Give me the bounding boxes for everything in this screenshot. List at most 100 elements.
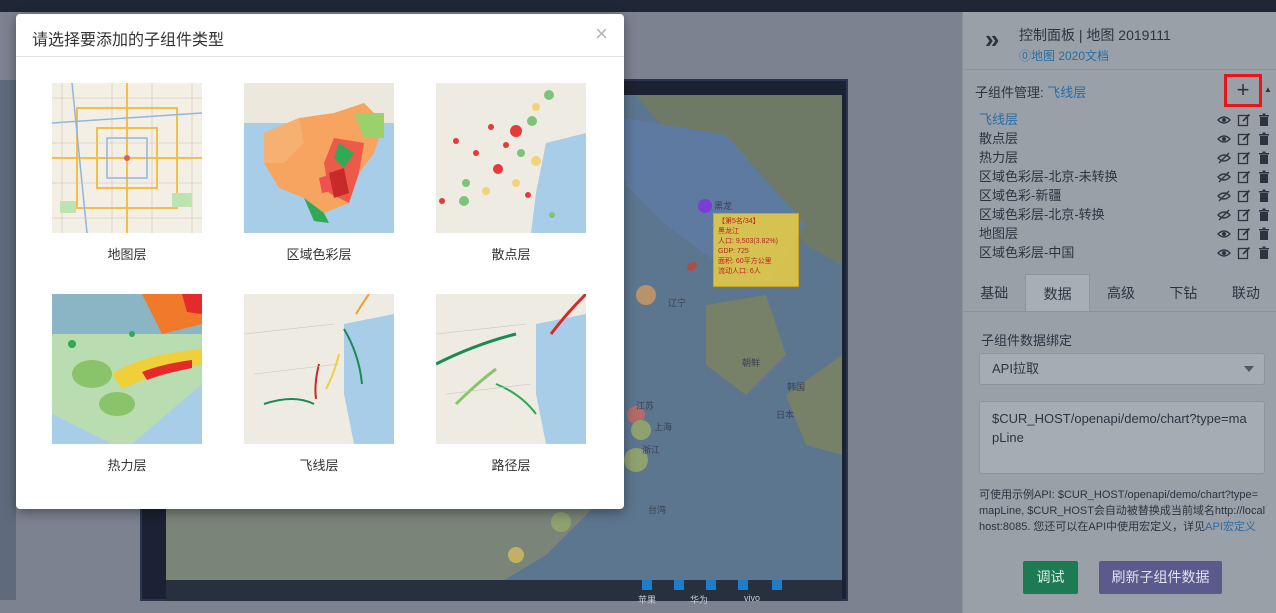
layer-actions (1217, 205, 1271, 224)
eye-off-icon[interactable] (1217, 170, 1231, 184)
layer-row[interactable]: 热力层 (979, 148, 1271, 167)
layer-row[interactable]: 飞线层 (979, 110, 1271, 129)
map-label-liaoning: 辽宁 (668, 298, 687, 308)
option-label: 热力层 (107, 458, 147, 473)
tooltip-line: 流动人口: 6人 (718, 268, 761, 275)
heat-layer-thumbnail (52, 294, 202, 444)
edit-icon[interactable] (1237, 151, 1251, 165)
eye-off-icon[interactable] (1217, 151, 1231, 165)
map-tooltip: 【第5名/34】 黑龙江 人口: 9,503(3.82%) GDP: 725 面… (713, 213, 799, 287)
option-label: 路径层 (491, 458, 531, 473)
bar-item (738, 580, 748, 590)
option-region-layer[interactable]: 区域色彩层 (244, 83, 394, 273)
layer-name[interactable]: 热力层 (979, 150, 1018, 165)
api-macro-link[interactable]: API宏定义 (1205, 521, 1256, 533)
sub-manager-label: 子组件管理: (975, 85, 1044, 100)
panel-title: 控制面板 | 地图 2019111 (1019, 27, 1171, 43)
tab-drilldown[interactable]: 下钻 (1152, 274, 1214, 311)
trash-icon[interactable] (1257, 189, 1271, 203)
trash-icon[interactable] (1257, 227, 1271, 241)
option-map-layer[interactable]: 地图层 (52, 83, 202, 273)
layer-name[interactable]: 散点层 (979, 131, 1018, 146)
layer-actions (1217, 243, 1271, 262)
eye-icon[interactable] (1217, 132, 1231, 146)
selected-province-dot[interactable] (698, 199, 712, 213)
trash-icon[interactable] (1257, 246, 1271, 260)
layer-name[interactable]: 区域色彩-新疆 (979, 188, 1061, 203)
modal-title: 请选择要添加的子组件类型 (32, 32, 225, 49)
edit-icon[interactable] (1237, 246, 1251, 260)
edit-icon[interactable] (1237, 189, 1251, 203)
option-label: 飞线层 (299, 458, 339, 473)
trash-icon[interactable] (1257, 151, 1271, 165)
map-label-jiangsu: 江苏 (636, 401, 655, 411)
trash-icon[interactable] (1257, 208, 1271, 222)
bar-label: 苹果 (638, 595, 657, 605)
edit-icon[interactable] (1237, 170, 1251, 184)
tooltip-line: 【第5名/34】 (718, 218, 760, 225)
eye-off-icon[interactable] (1217, 208, 1231, 222)
eye-icon[interactable] (1217, 246, 1231, 260)
tab-basic[interactable]: 基础 (963, 274, 1025, 311)
panel-header: » 控制面板 | 地图 2019111 ⓪地图 2020文档 (963, 12, 1276, 70)
close-icon[interactable]: × (595, 23, 608, 45)
doc-link[interactable]: ⓪地图 2020文档 (1019, 47, 1109, 64)
map-label-korea-n: 朝鲜 (742, 358, 761, 368)
layer-row[interactable]: 散点层 (979, 129, 1271, 148)
sub-manager-active-layer[interactable]: 飞线层 (1047, 85, 1086, 100)
layer-actions (1217, 167, 1271, 186)
tooltip-line: 黑龙江 (718, 228, 739, 235)
layer-row[interactable]: 区域色彩-新疆 (979, 186, 1271, 205)
layer-name[interactable]: 区域色彩层-中国 (979, 245, 1074, 260)
debug-button[interactable]: 调试 (1023, 561, 1078, 594)
layer-name[interactable]: 飞线层 (979, 112, 1018, 127)
refresh-sub-component-button[interactable]: 刷新子组件数据 (1099, 561, 1222, 594)
panel-tabs: 基础 数据 高级 下钻 联动 (963, 274, 1276, 312)
layer-name[interactable]: 地图层 (979, 226, 1018, 241)
option-path-layer[interactable]: 路径层 (436, 294, 586, 484)
layer-actions (1217, 129, 1271, 148)
tab-data[interactable]: 数据 (1025, 274, 1090, 311)
edit-icon[interactable] (1237, 132, 1251, 146)
trash-icon[interactable] (1257, 132, 1271, 146)
layer-row[interactable]: 区域色彩层-北京-未转换 (979, 167, 1271, 186)
bar-label: 华为 (690, 595, 709, 605)
map-label-taiwan: 台湾 (648, 505, 667, 515)
bar-item (674, 580, 684, 590)
edit-icon[interactable] (1237, 227, 1251, 241)
map-label-shanghai: 上海 (654, 422, 673, 432)
layer-name[interactable]: 区域色彩层-北京-未转换 (979, 169, 1118, 184)
option-heat-layer[interactable]: 热力层 (52, 294, 202, 484)
add-sub-component-button[interactable]: + (1224, 74, 1262, 107)
edit-icon[interactable] (1237, 208, 1251, 222)
path-layer-thumbnail (436, 294, 586, 444)
trash-icon[interactable] (1257, 113, 1271, 127)
layer-row[interactable]: 区域色彩层-中国 (979, 243, 1271, 262)
tab-advanced[interactable]: 高级 (1090, 274, 1152, 311)
data-source-select[interactable]: API拉取 (979, 353, 1265, 385)
eye-off-icon[interactable] (1217, 189, 1231, 203)
eye-icon[interactable] (1217, 113, 1231, 127)
map-label-korea-s: 韩国 (787, 382, 806, 392)
layer-name[interactable]: 区域色彩层-北京-转换 (979, 207, 1105, 222)
option-scatter-layer[interactable]: 散点层 (436, 83, 586, 273)
layer-actions (1217, 186, 1271, 205)
trash-icon[interactable] (1257, 170, 1271, 184)
bar-item (706, 580, 716, 590)
bar-chart-strip: 苹果 华为 vivo (166, 580, 842, 605)
tooltip-line: 人口: 9,503(3.82%) (718, 238, 778, 245)
edit-icon[interactable] (1237, 113, 1251, 127)
map-label-zhejiang: 浙江 (642, 445, 661, 455)
map-label-japan: 日本 (776, 410, 795, 420)
api-url-textarea[interactable]: $CUR_HOST/openapi/demo/chart?type=mapLin… (979, 401, 1265, 474)
option-flyline-layer[interactable]: 飞线层 (244, 294, 394, 484)
eye-icon[interactable] (1217, 227, 1231, 241)
layer-actions (1217, 224, 1271, 243)
tab-linkage[interactable]: 联动 (1215, 274, 1276, 311)
option-label: 散点层 (491, 247, 531, 262)
layer-row[interactable]: 地图层 (979, 224, 1271, 243)
layer-row[interactable]: 区域色彩层-北京-转换 (979, 205, 1271, 224)
caret-up-icon[interactable]: ▲ (1264, 85, 1272, 94)
control-panel: » 控制面板 | 地图 2019111 ⓪地图 2020文档 子组件管理: 飞线… (962, 12, 1276, 613)
double-chevron-right-icon[interactable]: » (985, 26, 999, 52)
